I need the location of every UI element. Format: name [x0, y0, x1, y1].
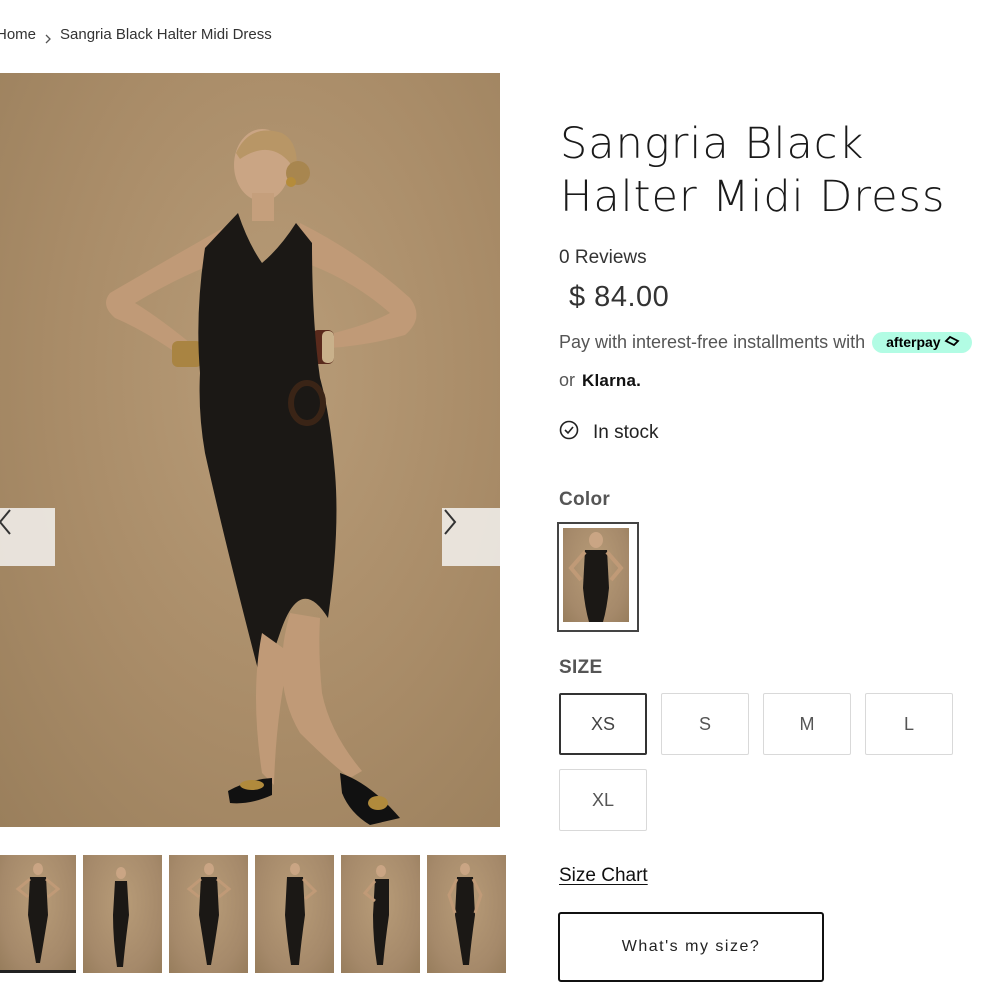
product-title-line2: Halter Midi Dress	[560, 172, 946, 222]
breadcrumb-home-link[interactable]: Home	[0, 26, 36, 43]
model-photo	[106, 129, 417, 825]
size-options: XS S M L XL	[559, 693, 979, 831]
color-label: Color	[559, 489, 611, 510]
thumbnail[interactable]	[427, 855, 506, 973]
check-circle-icon	[559, 420, 579, 446]
size-label: SIZE	[559, 657, 603, 678]
stock-text: In stock	[593, 422, 659, 443]
breadcrumb-current: Sangria Black Halter Midi Dress	[60, 26, 272, 43]
chevron-right-icon	[44, 31, 52, 43]
color-swatch-image	[563, 528, 629, 622]
afterpay-line: Pay with interest-free installments with…	[559, 332, 972, 353]
thumbnail[interactable]	[0, 855, 76, 973]
thumbnail[interactable]	[169, 855, 248, 973]
size-option-s[interactable]: S	[661, 693, 749, 755]
klarna-logo[interactable]: Klarna.	[582, 371, 641, 391]
size-chart-link[interactable]: Size Chart	[559, 865, 648, 887]
thumbnail[interactable]	[83, 855, 162, 973]
reviews-link[interactable]: 0 Reviews	[559, 247, 647, 269]
product-page: Home Sangria Black Halter Midi Dress San…	[0, 0, 1000, 1000]
product-price: $ 84.00	[569, 281, 670, 313]
installments-text: Pay with interest-free installments with	[559, 332, 866, 352]
thumbnail-strip	[0, 855, 506, 973]
whats-my-size-button[interactable]: What's my size?	[558, 912, 824, 982]
size-option-l[interactable]: L	[865, 693, 953, 755]
size-option-xs[interactable]: XS	[559, 693, 647, 755]
gallery-prev-button[interactable]	[0, 508, 55, 566]
product-title-line1: Sangria Black	[560, 119, 865, 169]
product-main-image[interactable]	[0, 73, 500, 827]
gallery-next-button[interactable]	[442, 508, 500, 566]
size-option-m[interactable]: M	[763, 693, 851, 755]
breadcrumb: Home Sangria Black Halter Midi Dress	[0, 26, 272, 43]
size-option-xl[interactable]: XL	[559, 769, 647, 831]
stock-status: In stock	[559, 420, 658, 446]
thumbnail[interactable]	[341, 855, 420, 973]
afterpay-arrows-icon	[944, 334, 960, 350]
afterpay-badge[interactable]: afterpay	[872, 332, 972, 353]
afterpay-label: afterpay	[886, 334, 941, 350]
product-title: Sangria Black Halter Midi Dress	[560, 118, 990, 224]
thumbnail[interactable]	[255, 855, 334, 973]
or-text: or	[559, 370, 576, 390]
color-swatch-selected[interactable]	[557, 522, 639, 632]
klarna-line: or Klarna.	[559, 370, 641, 391]
